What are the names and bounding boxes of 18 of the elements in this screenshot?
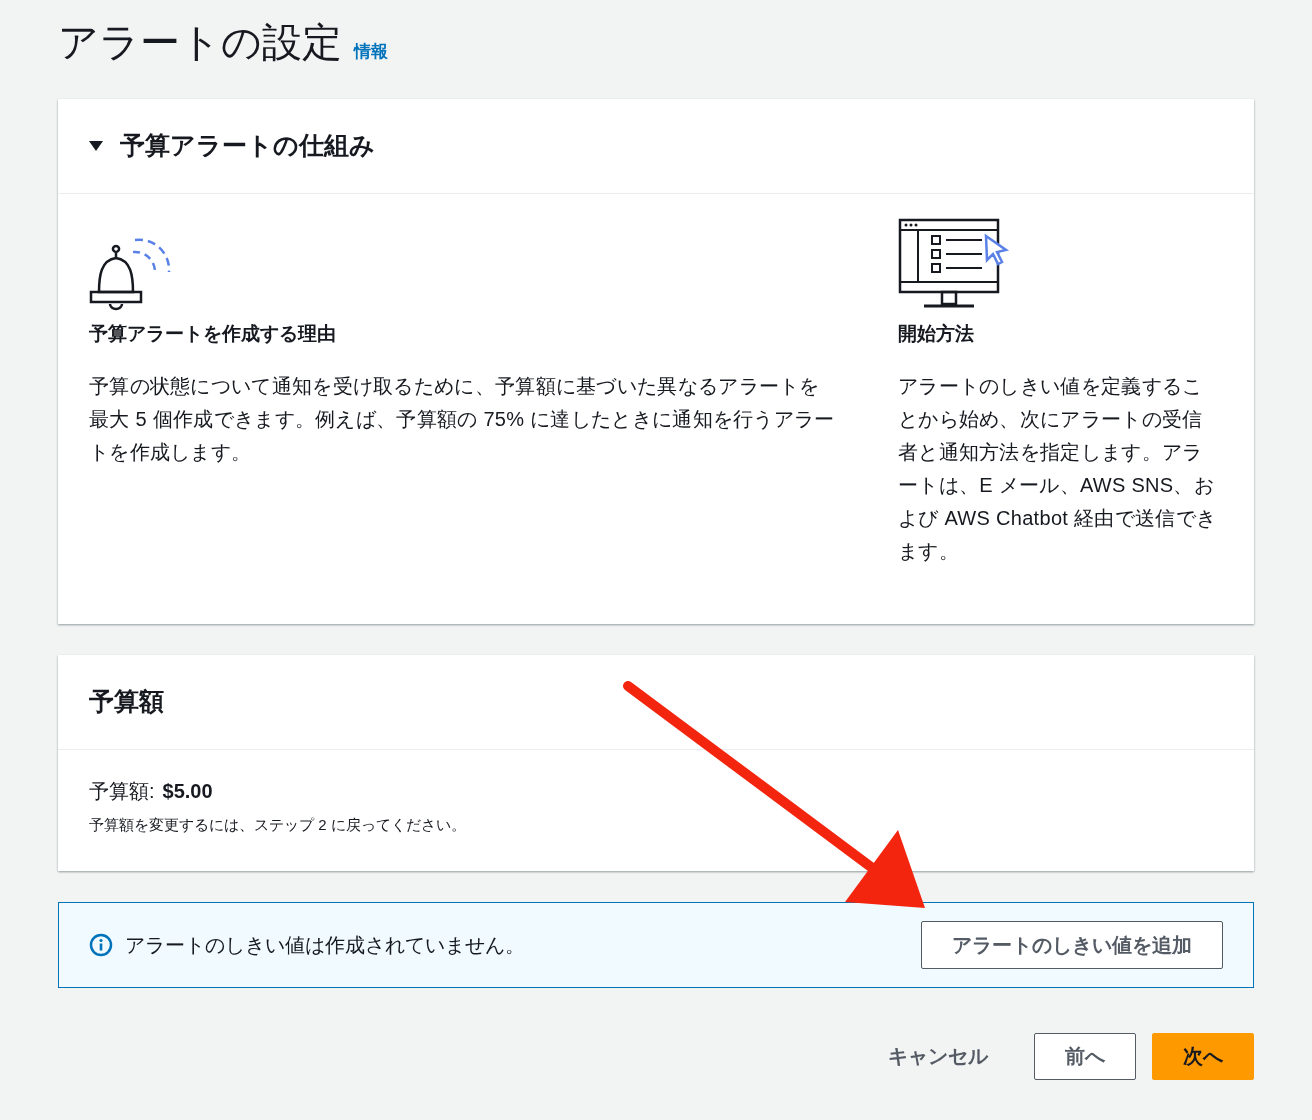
cancel-button[interactable]: キャンセル: [858, 1032, 1018, 1080]
next-button[interactable]: 次へ: [1152, 1032, 1254, 1080]
column-text: アラートのしきい値を定義することから始め、次にアラートの受信者と通知方法を指定します。アラートは、E メール、AWS SNS、および AWS Chatbot 経由で送信できます。: [898, 374, 1218, 564]
bell-icon: [89, 236, 173, 312]
previous-button[interactable]: 前へ: [1034, 1032, 1136, 1080]
page-title: アラートの設定: [58, 19, 342, 66]
amount-label: 予算額:: [89, 779, 155, 804]
budget-note: 予算額を変更するには、ステップ 2 に戻ってください。: [89, 815, 467, 835]
section-title: 予算額: [89, 686, 164, 718]
column-heading: 予算アラートを作成する理由: [89, 322, 337, 346]
amount-value: $5.00: [162, 779, 213, 804]
info-link[interactable]: 情報: [354, 38, 388, 64]
add-threshold-button[interactable]: アラートのしきい値を追加: [921, 920, 1223, 969]
column-text: 予算の状態について通知を受け取るために、予算額に基づいた異なるアラートを最大 5 個作成できます。例えば、予算額の 75% に達したときに通知を行うアラートを作成します。: [89, 374, 836, 465]
info-icon: [89, 932, 113, 957]
alert-message: アラートのしきい値は作成されていません。: [125, 932, 525, 958]
section-title[interactable]: 予算アラートの仕組み: [120, 127, 375, 165]
column-heading: 開始方法: [898, 322, 975, 346]
